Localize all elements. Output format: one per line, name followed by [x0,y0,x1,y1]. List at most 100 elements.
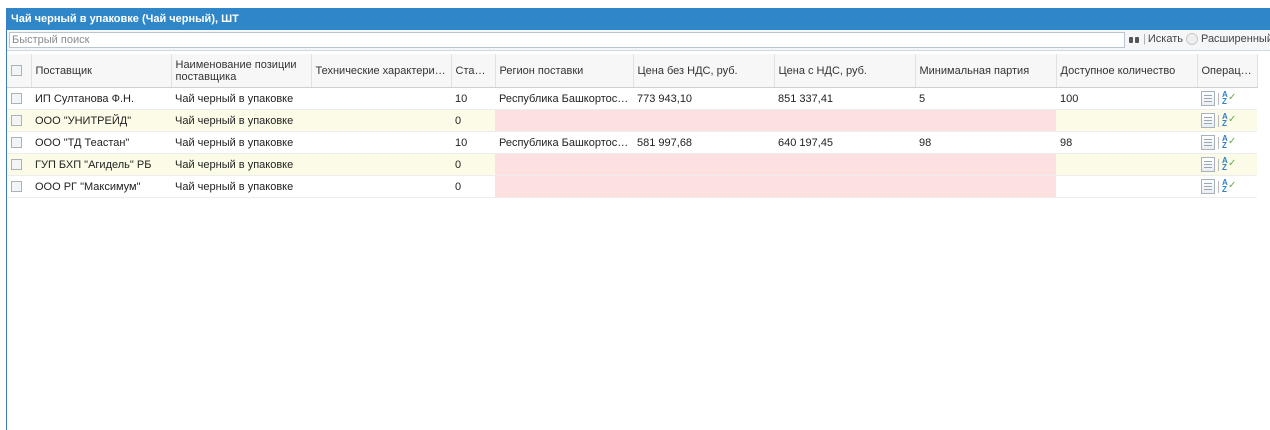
row-checkbox[interactable] [11,93,22,105]
advanced-search-button[interactable]: Расширенный поиск [1201,33,1270,45]
price-no-vat-cell [633,109,774,132]
supplier-cell: ООО "УНИТРЕЙД" [31,109,171,132]
col-region[interactable]: Регион поставки [495,54,634,88]
region-cell [495,175,633,198]
divider: | [1143,33,1146,46]
min-batch-cell: 5 [915,87,1056,110]
specs-cell [311,131,451,154]
col-specs[interactable]: Технические характеристики [311,54,452,88]
sort-az-icon[interactable]: A Z ✓ [1222,178,1236,194]
divider [1218,136,1219,149]
proposals-table: Поставщик Наименование позиции поставщик… [7,54,1258,198]
item-name-cell: Чай черный в упаковке [171,131,311,154]
available-cell [1056,175,1197,198]
operations-cell: A Z ✓ [1197,109,1257,132]
price-vat-cell [774,109,915,132]
operations-cell: A Z ✓ [1197,131,1257,154]
row-checkbox[interactable] [11,115,22,127]
col-available[interactable]: Доступное количество [1056,54,1198,88]
operations-cell: A Z ✓ [1197,175,1257,198]
row-checkbox[interactable] [11,137,22,149]
specs-cell [311,109,451,132]
rate-cell: 0 [451,109,495,132]
row-checkbox[interactable] [11,181,22,193]
region-cell: Республика Башкортостан [495,87,633,110]
supplier-cell: ООО "ТД Теастан" [31,131,171,154]
sort-az-icon[interactable]: A Z ✓ [1222,134,1236,150]
col-supplier[interactable]: Поставщик [31,54,172,88]
proposals-window: Чай черный в упаковке (Чай черный), ШТ |… [6,8,1270,430]
price-no-vat-cell [633,153,774,176]
rate-cell: 10 [451,131,495,154]
document-icon[interactable] [1201,157,1215,172]
col-item-name[interactable]: Наименование позиции поставщика [171,54,312,88]
item-name-cell: Чай черный в упаковке [171,109,311,132]
col-price-no-vat[interactable]: Цена без НДС, руб. [633,54,775,88]
rate-cell: 0 [451,153,495,176]
supplier-cell: ГУП БХП "Агидель" РБ [31,153,171,176]
table-row[interactable]: ООО РГ "Максимум" Чай черный в упаковке … [7,175,1257,198]
document-icon[interactable] [1201,135,1215,150]
header-row: Поставщик Наименование позиции поставщик… [7,54,1258,88]
price-vat-cell: 851 337,41 [774,87,915,110]
advanced-search-icon[interactable] [1185,33,1198,46]
rate-cell: 0 [451,175,495,198]
divider [1218,92,1219,105]
table-row[interactable]: ООО "УНИТРЕЙД" Чай черный в упаковке 0 A… [7,109,1257,132]
find-button[interactable]: Искать [1148,33,1183,45]
min-batch-cell [915,175,1056,198]
document-icon[interactable] [1201,91,1215,106]
price-vat-cell [774,175,915,198]
col-operations: Операции [1197,54,1258,88]
region-cell [495,153,633,176]
available-cell [1056,153,1197,176]
operations-cell: A Z ✓ [1197,153,1257,176]
divider [1218,114,1219,127]
select-all-checkbox[interactable] [11,65,22,77]
binoculars-icon[interactable] [1129,35,1139,44]
proposals-grid: Поставщик Наименование позиции поставщик… [7,54,1270,198]
quick-search-input[interactable] [9,32,1125,48]
supplier-cell: ИП Султанова Ф.Н. [31,87,171,110]
price-vat-cell: 640 197,45 [774,131,915,154]
col-min-batch[interactable]: Минимальная партия [915,54,1057,88]
col-price-vat[interactable]: Цена с НДС, руб. [774,54,916,88]
min-batch-cell [915,109,1056,132]
available-cell [1056,109,1197,132]
price-vat-cell [774,153,915,176]
document-icon[interactable] [1201,113,1215,128]
window-title: Чай черный в упаковке (Чай черный), ШТ [7,8,1270,30]
sort-az-icon[interactable]: A Z ✓ [1222,156,1236,172]
specs-cell [311,175,451,198]
col-rate[interactable]: Ставка [451,54,496,88]
available-cell: 98 [1056,131,1197,154]
sort-az-icon[interactable]: A Z ✓ [1222,112,1236,128]
min-batch-cell [915,153,1056,176]
specs-cell [311,153,451,176]
sort-az-icon[interactable]: A Z ✓ [1222,90,1236,106]
item-name-cell: Чай черный в упаковке [171,153,311,176]
search-bar: |Искать Расширенный поиск [7,30,1270,51]
document-icon[interactable] [1201,179,1215,194]
divider [1218,158,1219,171]
item-name-cell: Чай черный в упаковке [171,87,311,110]
specs-cell [311,87,451,110]
table-row[interactable]: ИП Султанова Ф.Н. Чай черный в упаковке … [7,87,1257,110]
item-name-cell: Чай черный в упаковке [171,175,311,198]
operations-cell: A Z ✓ [1197,87,1257,110]
divider [1218,180,1219,193]
row-checkbox[interactable] [11,159,22,171]
select-all-header [7,54,32,88]
price-no-vat-cell: 773 943,10 [633,87,774,110]
region-cell: Республика Башкортостан [495,131,633,154]
available-cell: 100 [1056,87,1197,110]
supplier-cell: ООО РГ "Максимум" [31,175,171,198]
region-cell [495,109,633,132]
table-row[interactable]: ООО "ТД Теастан" Чай черный в упаковке 1… [7,131,1257,154]
search-tools: |Искать Расширенный поиск [1129,33,1270,46]
price-no-vat-cell: 581 997,68 [633,131,774,154]
table-row[interactable]: ГУП БХП "Агидель" РБ Чай черный в упаков… [7,153,1257,176]
price-no-vat-cell [633,175,774,198]
min-batch-cell: 98 [915,131,1056,154]
rate-cell: 10 [451,87,495,110]
